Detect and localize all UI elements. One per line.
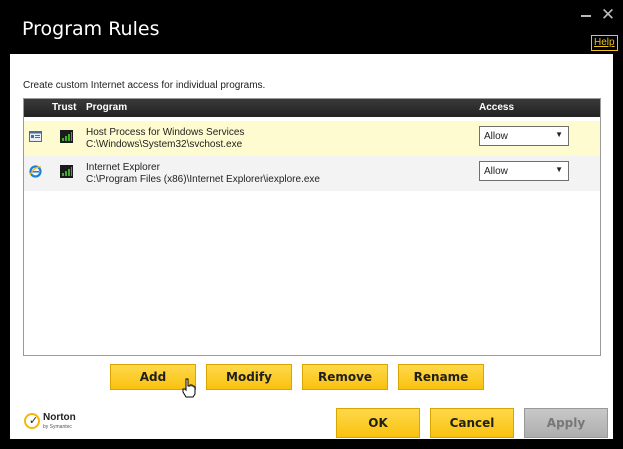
description-text: Create custom Internet access for indivi… — [23, 80, 266, 91]
program-path: C:\Windows\System32\svchost.exe — [86, 139, 243, 150]
access-value: Allow — [484, 166, 508, 177]
table-row[interactable]: Internet Explorer C:\Program Files (x86)… — [24, 156, 600, 191]
header-trust: Trust — [52, 102, 77, 113]
table-header: Trust Program Access — [24, 99, 600, 117]
internet-explorer-icon — [29, 165, 42, 178]
modify-button[interactable]: Modify — [206, 364, 292, 390]
help-link[interactable]: Help — [591, 35, 618, 51]
norton-check-icon: ✓ — [24, 413, 40, 429]
window-app-icon — [29, 131, 42, 142]
dropdown-arrow-icon: ▼ — [555, 165, 563, 174]
access-value: Allow — [484, 131, 508, 142]
program-path: C:\Program Files (x86)\Internet Explorer… — [86, 174, 320, 185]
program-rules-window: Program Rules ✕ Help Create custom Inter… — [0, 0, 623, 449]
dropdown-arrow-icon: ▼ — [555, 130, 563, 139]
apply-button[interactable]: Apply — [524, 408, 608, 438]
close-button[interactable]: ✕ — [598, 6, 618, 24]
logo-name: Norton — [43, 412, 76, 423]
norton-logo: ✓ Norton by Symantec — [24, 411, 84, 433]
close-icon: ✕ — [600, 5, 616, 25]
table-row[interactable]: Host Process for Windows Services C:\Win… — [24, 121, 600, 156]
trust-level-icon — [60, 130, 73, 143]
remove-button[interactable]: Remove — [302, 364, 388, 390]
program-name: Internet Explorer — [86, 162, 160, 173]
access-select[interactable]: Allow ▼ — [479, 126, 569, 146]
minimize-button[interactable] — [576, 6, 596, 24]
ok-button[interactable]: OK — [336, 408, 420, 438]
trust-level-icon — [60, 165, 73, 178]
hand-cursor-icon — [182, 378, 196, 398]
program-name: Host Process for Windows Services — [86, 127, 245, 138]
header-access: Access — [479, 102, 515, 113]
access-select[interactable]: Allow ▼ — [479, 161, 569, 181]
dialog-content: Create custom Internet access for indivi… — [10, 54, 613, 439]
rename-button[interactable]: Rename — [398, 364, 484, 390]
header-program: Program — [86, 102, 128, 113]
program-rules-table: Trust Program Access Host Process for Wi… — [23, 98, 601, 356]
minimize-icon — [581, 15, 591, 17]
cancel-button[interactable]: Cancel — [430, 408, 514, 438]
logo-sub: by Symantec — [43, 424, 72, 430]
window-title: Program Rules — [22, 18, 160, 40]
